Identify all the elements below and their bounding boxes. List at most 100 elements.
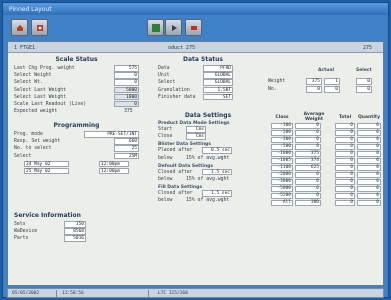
settings-value[interactable]: Cms [186,126,206,133]
programming-value[interactable]: 25 [114,145,139,152]
cell-value: 0 [357,199,381,206]
grid-button[interactable] [147,19,164,36]
date-field[interactable]: 25 May 02 [24,167,69,175]
cell-value: 0 [335,164,355,171]
table-cell: 0 [356,122,382,129]
column-header: Quantity [357,114,381,120]
table-row: -1100 625 0 0 [270,164,382,171]
data-status-value: SET [203,93,233,101]
table-row: -1005 374 0 0 [270,157,382,164]
data-status-value: GLOBAL [203,79,233,86]
table-cell: -1005 [270,157,294,164]
table-row: -2000 0 0 0 [270,171,382,178]
table-cell: -3000 [270,178,294,185]
grid-icon [152,24,160,32]
programming-value[interactable]: PRE-SET/INT [84,131,139,138]
cell-value: 0 [335,122,355,129]
table-cell: -5000 [270,185,294,192]
table-cell: 0 [356,185,382,192]
header-right: 275 [363,45,373,51]
main-window: Pinned Layout 1 FTGE1 oduct 275 275 Scal… [2,2,389,298]
cell-value: -3000 [271,178,293,185]
print-button[interactable] [185,19,202,36]
scale-row: Last Chg Prog. weight 575 [14,65,139,72]
table-cell: 0 [356,136,382,143]
table-cell: -300 [270,136,294,143]
settings-row: Closed after 1.5 sec [158,190,232,197]
no-value: 0 [306,86,322,93]
scale-value: 375 [124,109,133,115]
scale-status-title: Scale Status [55,56,98,63]
table-row: -1000 375 0 0 [270,150,382,157]
table-cell: 0 [334,178,356,185]
header-bar: 1 FTGE1 oduct 275 275 [8,42,383,53]
programming-value[interactable]: 660 [114,138,139,145]
data-status-value: PFRD [203,65,233,72]
cell-value: 0 [295,129,321,136]
settings-value: 15% of avg.wght [186,198,230,204]
status-divider [148,290,149,297]
table-cell: 0 [294,185,334,192]
scale-status-panel: Scale Status Last Chg Prog. weight 575 Se… [14,56,139,115]
cell-value: 0 [335,185,355,192]
cell-value: 0 [335,171,355,178]
table-cell: 0 [334,143,356,150]
table-row: All 380 0 0 [270,199,382,206]
no-row: No. 0 0 0 [268,86,372,93]
cell-value: 0 [295,171,321,178]
actual-weight: 1 [324,78,340,85]
table-cell: 0 [294,192,334,199]
table-cell: 0 [356,178,382,185]
settings-value[interactable]: Cms [186,133,206,140]
scale-row: Select Weight 0 [14,72,139,79]
play-button[interactable] [165,19,182,36]
scale-row: Scale Last Readout (Live) 0 [14,100,139,108]
service-value: 8568 [64,228,86,235]
scale-row: Select Last Weight 5000 [14,86,139,94]
scale-row: Select Last Weight 1000 [14,93,139,101]
programming-value[interactable]: 25M [114,152,139,160]
table-cell: 625 [294,164,334,171]
settings-value[interactable]: 1.5 sec [202,168,232,176]
cell-value: -5200 [271,192,293,199]
cell-value: -1100 [271,164,293,171]
table-cell: 0 [334,136,356,143]
table-cell: -5200 [270,192,294,199]
service-panel: Service Information Sets 150 WaDevice 8568… [14,212,99,243]
home-button[interactable] [11,19,28,36]
table-row: -5000 0 0 0 [270,185,382,192]
weight-row: Weight 375 1 0 [268,78,372,85]
table-cell: 0 [356,157,382,164]
cell-value: -200 [271,129,293,136]
settings-row: Placed after 0.5 sec [158,147,232,154]
settings-value[interactable]: 1.5 sec [202,190,232,197]
home-icon [17,25,23,31]
cell-value: 375 [295,150,321,157]
class-table-body: -100 0 0 0 -200 0 0 0 -300 0 0 0 -500 0 0 0 -1000 375 0 0 -1… [270,122,382,206]
toolbar [7,17,384,39]
cell-value: 0 [357,171,381,178]
record-button[interactable] [31,19,48,36]
table-cell: 0 [334,199,356,206]
data-status-value: 1.5BT [203,86,233,94]
table-cell: 0 [294,171,334,178]
class-table: Class Average Weight Total Quantity -100… [270,112,382,206]
table-cell: 0 [334,150,356,157]
settings-value[interactable]: 0.5 sec [202,147,232,154]
time-field[interactable]: 12:00pm [99,167,129,175]
select-header: Select [356,68,372,73]
record-icon [37,25,43,31]
data-status-row: Finisher data SET [158,93,233,101]
table-cell: -200 [270,129,294,136]
header-left: 1 FTGE1 [14,45,36,51]
time-field[interactable]: 12:00pm [99,160,129,168]
scale-value: 0 [114,72,139,79]
table-cell: All [270,199,294,206]
cell-value: 0 [357,185,381,192]
date-field[interactable]: 24 May 02 [24,160,69,168]
cell-value: -2000 [271,171,293,178]
programming-panel: Programming Prog. mode PRE-SET/INT Resp. … [14,122,139,175]
cell-value: 374 [295,157,321,164]
table-cell: 0 [356,143,382,150]
cell-value: 0 [295,136,321,143]
